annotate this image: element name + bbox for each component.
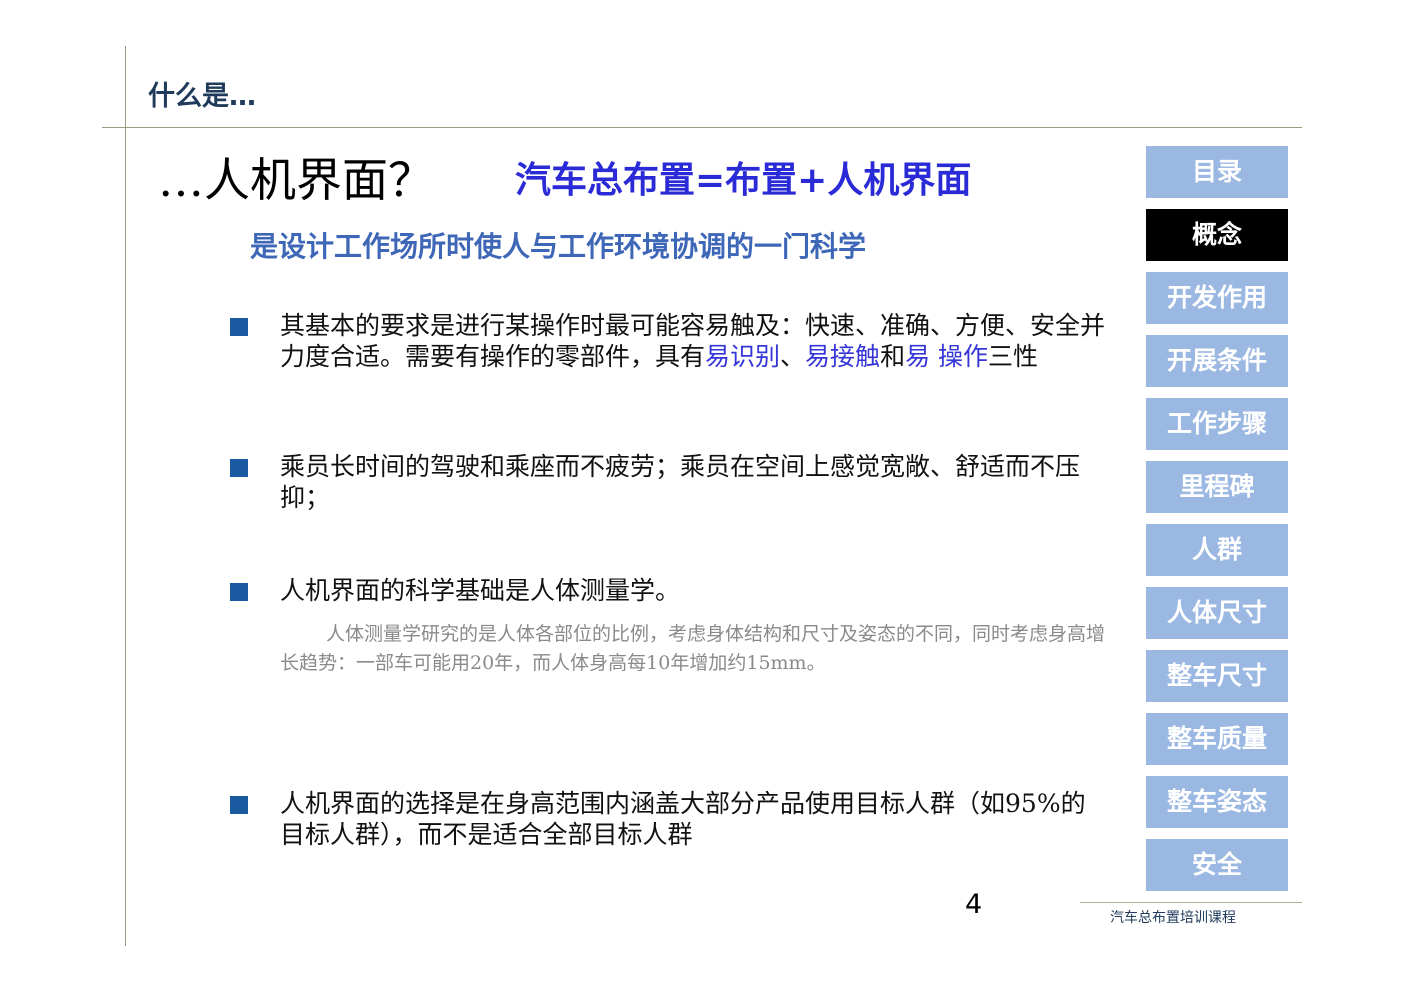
page-number: 4 — [965, 889, 983, 920]
section-title: 什么是… — [148, 81, 256, 112]
footer-rule — [1080, 902, 1302, 903]
nav-item-vehicle-mass[interactable]: 整车质量 — [1146, 713, 1288, 765]
slide-formula: 汽车总布置=布置+人机界面 — [515, 160, 972, 201]
highlight-easy-identify: 易识别 — [705, 342, 781, 371]
bullet-square-icon — [230, 796, 248, 814]
anthropometry-note: 人体测量学研究的是人体各部位的比例，考虑身体结构和尺寸及姿态的不同，同时考虑身高… — [280, 620, 1120, 678]
nav-item-milestones[interactable]: 里程碑 — [1146, 461, 1288, 513]
nav-item-conditions[interactable]: 开展条件 — [1146, 335, 1288, 387]
nav-item-development-role[interactable]: 开发作用 — [1146, 272, 1288, 324]
nav-item-vehicle-attitude[interactable]: 整车姿态 — [1146, 776, 1288, 828]
nav-item-body-dimensions[interactable]: 人体尺寸 — [1146, 587, 1288, 639]
bullet-square-icon — [230, 459, 248, 477]
slide-title: …人机界面？ — [158, 153, 434, 207]
bullet-text: 人机界面的科学基础是人体测量学。 — [280, 576, 681, 605]
bullet-text-part: 和 — [880, 342, 906, 371]
slide-subtitle: 是设计工作场所时使人与工作环境协调的一门科学 — [250, 230, 867, 263]
bullet-text: 乘员长时间的驾驶和乘座而不疲劳；乘员在空间上感觉宽敞、舒适而不压抑； — [280, 452, 1081, 512]
left-vertical-rule — [125, 46, 126, 946]
bullet-text-part: 、 — [780, 342, 806, 371]
nav-item-population[interactable]: 人群 — [1146, 524, 1288, 576]
bullet-square-icon — [230, 318, 248, 336]
course-footer: 汽车总布置培训课程 — [1110, 910, 1236, 926]
bullet-text-part: 三性 — [988, 342, 1039, 371]
nav-item-safety[interactable]: 安全 — [1146, 839, 1288, 891]
nav-item-contents[interactable]: 目录 — [1146, 146, 1288, 198]
bullet-text: 其基本的要求是进行某操作时最可能容易触及：快速、准确、方便、安全并力度合适。需要… — [280, 310, 1110, 372]
header-rule — [102, 127, 1302, 128]
bullet-text: 人机界面的选择是在身高范围内涵盖大部分产品使用目标人群（如95%的目标人群），而… — [280, 789, 1086, 849]
highlight-easy-access: 易接触 — [805, 342, 881, 371]
bullet-square-icon — [230, 583, 248, 601]
nav-item-concept[interactable]: 概念 — [1146, 209, 1288, 261]
nav-item-work-steps[interactable]: 工作步骤 — [1146, 398, 1288, 450]
nav-item-vehicle-dimensions[interactable]: 整车尺寸 — [1146, 650, 1288, 702]
note-text: 人体测量学研究的是人体各部位的比例，考虑身体结构和尺寸及姿态的不同，同时考虑身高… — [280, 623, 1106, 674]
highlight-easy-operate: 易 操作 — [905, 342, 989, 371]
